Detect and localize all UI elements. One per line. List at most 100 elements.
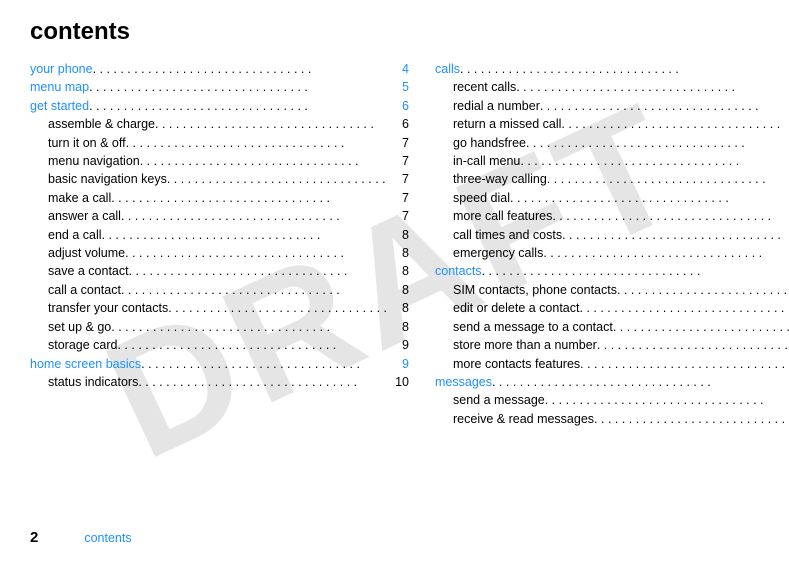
toc-dots bbox=[516, 78, 789, 96]
toc-entry: three-way calling12 bbox=[435, 170, 789, 188]
toc-page: 8 bbox=[391, 318, 409, 336]
toc-label: return a missed call bbox=[453, 115, 561, 133]
toc-label: messages bbox=[435, 373, 492, 391]
toc-entry: transfer your contacts8 bbox=[30, 299, 409, 317]
toc-entry: adjust volume 8 bbox=[30, 244, 409, 262]
toc-entry: turn it on & off 7 bbox=[30, 134, 409, 152]
toc-label: set up & go bbox=[48, 318, 111, 336]
toc-dots bbox=[93, 60, 387, 78]
toc-dots bbox=[540, 97, 789, 115]
toc-label: save a contact bbox=[48, 262, 129, 280]
toc-dots bbox=[562, 226, 789, 244]
toc-label: SIM contacts, phone contacts bbox=[453, 281, 617, 299]
toc-entry: recent calls10 bbox=[435, 78, 789, 96]
toc-page: 8 bbox=[391, 262, 409, 280]
toc-section: home screen basics9 bbox=[30, 355, 409, 373]
toc-page: 9 bbox=[391, 336, 409, 354]
toc-page: 10 bbox=[391, 373, 409, 391]
toc-page: 6 bbox=[391, 97, 409, 115]
toc-page: 8 bbox=[391, 299, 409, 317]
toc-label: send a message to a contact bbox=[453, 318, 613, 336]
toc-dots bbox=[168, 299, 387, 317]
footer-label: contents bbox=[84, 531, 131, 545]
toc-entry: menu navigation7 bbox=[30, 152, 409, 170]
toc-label: more contacts features bbox=[453, 355, 580, 373]
toc-dots bbox=[138, 373, 387, 391]
toc-label: menu map bbox=[30, 78, 89, 96]
toc-label: calls bbox=[435, 60, 460, 78]
toc-dots bbox=[126, 134, 387, 152]
toc-label: make a call bbox=[48, 189, 111, 207]
toc-dots bbox=[89, 78, 387, 96]
toc-dots bbox=[117, 336, 387, 354]
toc-dots bbox=[121, 281, 387, 299]
toc-col-2: calls10recent calls10redial a number10re… bbox=[435, 60, 789, 428]
toc-label: end a call bbox=[48, 226, 102, 244]
toc-dots bbox=[580, 355, 789, 373]
toc-dots bbox=[140, 152, 387, 170]
toc-label: three-way calling bbox=[453, 170, 547, 188]
toc-page: 8 bbox=[391, 244, 409, 262]
toc-section: get started6 bbox=[30, 97, 409, 115]
toc-label: answer a call bbox=[48, 207, 121, 225]
toc-entry: send a message to a contact15 bbox=[435, 318, 789, 336]
toc-dots bbox=[597, 336, 789, 354]
toc-page: 8 bbox=[391, 281, 409, 299]
toc-col-1: your phone4menu map5get started6assemble… bbox=[30, 60, 409, 428]
toc-dots bbox=[141, 355, 387, 373]
toc-label: status indicators bbox=[48, 373, 138, 391]
toc-section: calls10 bbox=[435, 60, 789, 78]
toc-entry: send a message17 bbox=[435, 391, 789, 409]
toc-label: turn it on & off bbox=[48, 134, 126, 152]
toc-entry: return a missed call11 bbox=[435, 115, 789, 133]
toc-page: 7 bbox=[391, 134, 409, 152]
toc-dots bbox=[552, 207, 789, 225]
toc-dots bbox=[510, 189, 789, 207]
toc-entry: call a contact8 bbox=[30, 281, 409, 299]
toc-label: emergency calls bbox=[453, 244, 543, 262]
toc-entry: in-call menu12 bbox=[435, 152, 789, 170]
toc-label: send a message bbox=[453, 391, 545, 409]
toc-label: receive & read messages bbox=[453, 410, 594, 428]
page-number: 2 bbox=[30, 529, 38, 546]
toc-dots bbox=[579, 299, 789, 317]
toc-entry: make a call 7 bbox=[30, 189, 409, 207]
toc-page: 7 bbox=[391, 207, 409, 225]
toc-entry: store more than a number16 bbox=[435, 336, 789, 354]
toc-page: 7 bbox=[391, 152, 409, 170]
toc-dots bbox=[482, 262, 789, 280]
toc-entry: SIM contacts, phone contacts15 bbox=[435, 281, 789, 299]
toc-dots bbox=[460, 60, 789, 78]
toc-page: 7 bbox=[391, 170, 409, 188]
toc-label: storage card bbox=[48, 336, 117, 354]
toc-section: contacts15 bbox=[435, 262, 789, 280]
toc-label: call times and costs bbox=[453, 226, 562, 244]
toc-page: 5 bbox=[391, 78, 409, 96]
toc-label: edit or delete a contact bbox=[453, 299, 579, 317]
toc-entry: go handsfree11 bbox=[435, 134, 789, 152]
toc-label: speed dial bbox=[453, 189, 510, 207]
toc-page: 7 bbox=[391, 189, 409, 207]
toc-label: contacts bbox=[435, 262, 482, 280]
toc-page: 4 bbox=[391, 60, 409, 78]
toc-label: go handsfree bbox=[453, 134, 526, 152]
toc-dots bbox=[102, 226, 387, 244]
toc-dots bbox=[520, 152, 789, 170]
toc-section: messages17 bbox=[435, 373, 789, 391]
toc-page: 9 bbox=[391, 355, 409, 373]
toc-dots bbox=[545, 391, 789, 409]
toc-label: assemble & charge bbox=[48, 115, 155, 133]
toc-dots bbox=[561, 115, 789, 133]
toc-label: in-call menu bbox=[453, 152, 520, 170]
toc-columns: your phone4menu map5get started6assemble… bbox=[30, 60, 769, 428]
toc-entry: set up & go 8 bbox=[30, 318, 409, 336]
toc-section: menu map 5 bbox=[30, 78, 409, 96]
toc-dots bbox=[155, 115, 387, 133]
toc-label: adjust volume bbox=[48, 244, 125, 262]
page-title: contents bbox=[30, 18, 769, 46]
toc-label: store more than a number bbox=[453, 336, 597, 354]
toc-page: 6 bbox=[391, 115, 409, 133]
toc-label: more call features bbox=[453, 207, 552, 225]
toc-dots bbox=[129, 262, 387, 280]
toc-entry: more contacts features16 bbox=[435, 355, 789, 373]
